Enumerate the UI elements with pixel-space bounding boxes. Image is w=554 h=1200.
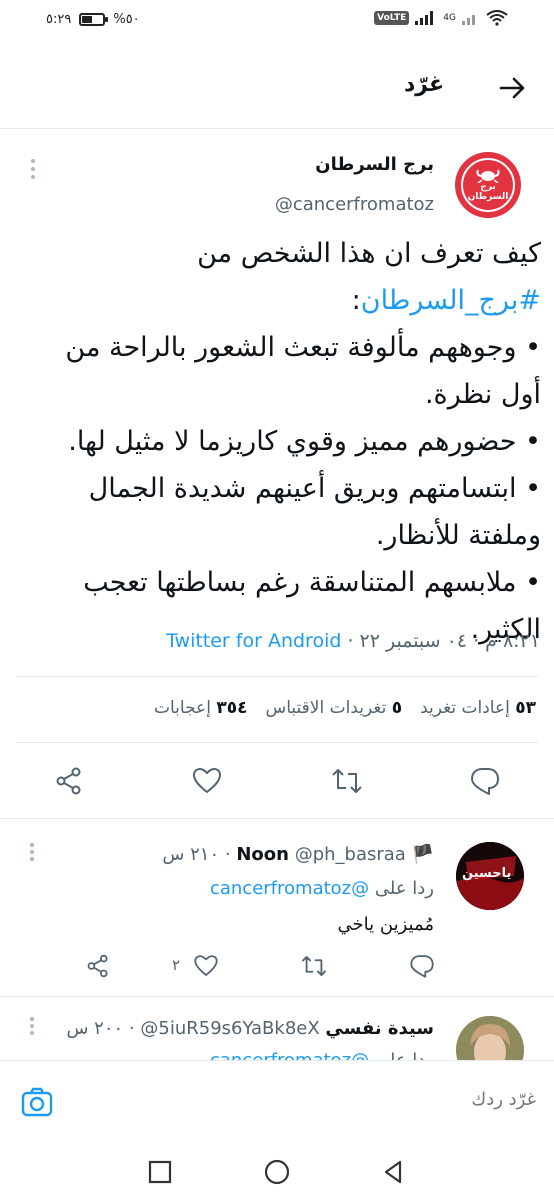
hashtag-link[interactable]: #برج_السرطان <box>361 285 541 316</box>
reply-icon[interactable] <box>468 764 502 798</box>
reply-input[interactable] <box>236 1089 536 1110</box>
back-arrow-icon[interactable] <box>496 72 528 104</box>
reply-text: مُميزين ياخي <box>337 914 434 935</box>
battery-percent: %٥٠ <box>113 12 140 27</box>
replying-prefix: ردا على <box>375 1050 434 1060</box>
tweet-stats: ٥٣ إعادات تغريد ٥ تغريدات الاقتباس ٣٥٤ إ… <box>154 698 536 718</box>
retweet-icon[interactable] <box>330 764 364 798</box>
status-bar: ٥:٢٩ %٥٠ VoLTE 4G <box>0 0 554 44</box>
replying-to-link[interactable]: @cancerfromatoz <box>210 1050 369 1060</box>
tweet-line: • حضورهم مميز وقوي كاريزما لا مثيل لها. <box>68 426 541 457</box>
reply-header: 🏴 Noon @ph_basraa · ٢١٠ س <box>162 844 434 865</box>
volte-badge: VoLTE <box>374 11 410 25</box>
avatar-line2: السرطان <box>467 192 509 202</box>
display-name[interactable]: برج السرطان <box>315 154 434 175</box>
quotes-label: تغريدات الاقتباس <box>265 698 387 718</box>
tweet-meta: ٨:٢١ م · ٠٤ سبتمبر ٢٢ · Twitter for Andr… <box>166 630 540 652</box>
replying-to-link[interactable]: @cancerfromatoz <box>210 878 369 899</box>
home-icon[interactable] <box>263 1158 291 1186</box>
battery-icon <box>79 13 109 26</box>
reply-composer <box>0 1060 554 1144</box>
reply-header: سيدة نفسي @5iuR59s6YaBk8eX · ٢٠٠ س <box>66 1018 434 1039</box>
reply-separator: · <box>128 1018 135 1039</box>
reply-item[interactable]: سيدة نفسي @5iuR59s6YaBk8eX · ٢٠٠ س ردا ع… <box>0 998 554 1060</box>
more-options-icon[interactable] <box>26 1016 38 1036</box>
tweet-line: أول نظرة. <box>424 379 541 410</box>
wifi-icon <box>486 10 508 26</box>
reply-avatar[interactable]: ياحسين <box>456 842 524 910</box>
retweet-icon[interactable] <box>300 952 328 980</box>
reply-display-name[interactable]: سيدة نفسي <box>325 1018 434 1039</box>
reply-icon[interactable] <box>408 952 436 980</box>
crab-icon <box>476 169 500 184</box>
tweet-line: • ملابسهم المتناسقة رغم بساطتها تعجب <box>83 567 541 598</box>
retweets-count: ٥٣ <box>515 698 536 718</box>
header: غرّد <box>0 56 554 120</box>
reply-like-count: ٢ <box>172 956 181 974</box>
tweet-line: وملفتة للأنظار. <box>375 520 541 551</box>
divider <box>16 742 538 743</box>
likes-label: إعجابات <box>153 698 211 718</box>
reply-avatar[interactable] <box>456 1016 524 1060</box>
reply-display-name[interactable]: Noon <box>236 844 289 865</box>
reply-time: ٢٠٠ س <box>66 1018 124 1039</box>
status-right: VoLTE 4G <box>374 10 508 26</box>
divider <box>0 818 554 819</box>
retweets-label: إعادات تغريد <box>420 698 510 718</box>
like-icon[interactable] <box>192 952 220 980</box>
tweet-line: • ابتسامتهم وبريق أعينهم شديدة الجمال <box>88 473 541 504</box>
tweet-timestamp: ٨:٢١ م · ٠٤ سبتمبر ٢٢ · <box>341 630 540 652</box>
retweets-stat[interactable]: ٥٣ إعادات تغريد <box>420 698 536 718</box>
reply-avatar-text: ياحسين <box>462 866 512 881</box>
page-title: غرّد <box>403 72 444 97</box>
quotes-stat[interactable]: ٥ تغريدات الاقتباس <box>265 698 402 718</box>
recents-icon[interactable] <box>146 1158 174 1186</box>
replying-prefix: ردا على <box>374 878 434 899</box>
tweet-actions <box>0 764 554 808</box>
replying-to: ردا على @cancerfromatoz <box>210 1050 434 1060</box>
reply-item[interactable]: ياحسين 🏴 Noon @ph_basraa · ٢١٠ س ردا على… <box>0 820 554 996</box>
divider <box>0 996 554 997</box>
header-divider <box>0 128 554 129</box>
tweet-line: كيف تعرف ان هذا الشخص من <box>197 238 541 269</box>
quotes-count: ٥ <box>391 698 403 718</box>
replying-to: ردا على @cancerfromatoz <box>210 878 434 899</box>
reply-avatar-image <box>456 1016 524 1060</box>
likes-stat[interactable]: ٣٥٤ إعجابات <box>154 698 247 718</box>
like-icon[interactable] <box>190 764 224 798</box>
divider <box>16 676 538 677</box>
likes-count: ٣٥٤ <box>216 698 248 718</box>
clock: ٥:٢٩ <box>46 12 72 27</box>
reply-flag: 🏴 <box>411 844 434 865</box>
back-icon[interactable] <box>380 1158 408 1186</box>
avatar[interactable]: برج السرطان <box>455 152 521 218</box>
tweet-hashtag-line: #برج_السرطان: <box>16 277 541 324</box>
status-left: ٥:٢٩ %٥٠ <box>46 12 140 27</box>
tweet-line: • وجوههم مألوفة تبعث الشعور بالراحة من <box>65 332 541 363</box>
reply-username[interactable]: @5iuR59s6YaBk8eX <box>140 1018 319 1039</box>
reply-username[interactable]: @ph_basraa <box>295 844 406 865</box>
reply-time: ٢١٠ س <box>162 844 220 865</box>
share-icon[interactable] <box>84 952 112 980</box>
tweet-source-link[interactable]: Twitter for Android <box>166 630 341 652</box>
more-options-icon[interactable] <box>26 842 38 862</box>
signal-icon <box>415 11 434 25</box>
tweet-text: كيف تعرف ان هذا الشخص من #برج_السرطان: •… <box>16 230 541 653</box>
more-options-icon[interactable] <box>26 158 40 180</box>
username[interactable]: @cancerfromatoz <box>275 194 434 215</box>
share-icon[interactable] <box>52 764 86 798</box>
avatar-logo: برج السرطان <box>461 158 515 212</box>
camera-icon[interactable] <box>20 1085 54 1119</box>
navigation-bar <box>0 1144 554 1200</box>
signal-icon-2 <box>462 15 475 25</box>
network-type: 4G <box>443 13 456 23</box>
reply-separator: · <box>224 844 231 865</box>
hashtag-suffix: : <box>351 285 361 316</box>
